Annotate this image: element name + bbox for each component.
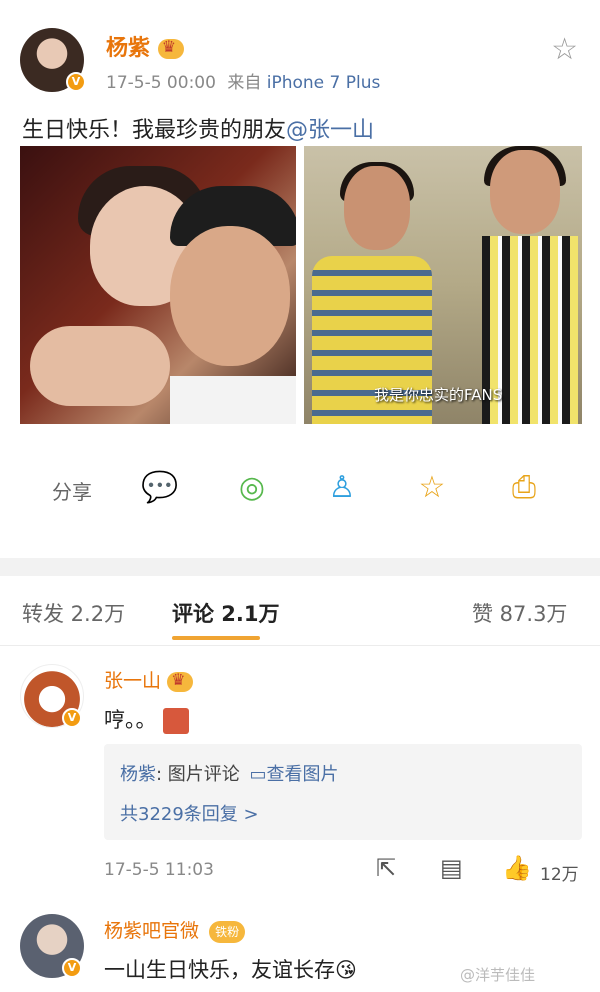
crown-vip-icon	[157, 37, 184, 59]
reply-icon[interactable]: ▤	[440, 854, 463, 882]
commenter-name[interactable]: 张一山	[104, 666, 194, 693]
source-prefix: 来自	[227, 73, 262, 93]
active-tab-indicator	[172, 636, 260, 640]
post-timestamp: 17-5-5 00:00	[106, 73, 216, 93]
reply-count-link[interactable]: 共3229条回复 >	[120, 800, 259, 826]
photo-face	[170, 226, 290, 366]
favorite-icon[interactable]: ☆	[412, 468, 452, 508]
comment-text: 哼。。	[104, 704, 189, 734]
thumbs-up-icon[interactable]: 👍	[502, 854, 532, 882]
photo-caption: 我是你忠实的FANS	[374, 386, 503, 404]
reply-line: 杨紫: 图片评论 ▭查看图片	[120, 760, 339, 786]
comment-text: 一山生日快乐，友谊长存😘	[104, 954, 357, 984]
post-body: 生日快乐！我最珍贵的朋友	[22, 118, 287, 143]
reply-text: : 图片评论	[156, 764, 240, 785]
verified-badge-icon: V	[62, 708, 82, 728]
reply-author[interactable]: 杨紫	[120, 764, 156, 785]
comment-time: 17-5-5 11:03	[104, 860, 214, 880]
repost-icon[interactable]: ⇱	[376, 854, 396, 882]
author-name-text[interactable]: 杨紫	[106, 36, 150, 61]
verified-badge-icon: V	[62, 958, 82, 978]
like-sticker-icon	[162, 708, 189, 734]
mention-link[interactable]: @张一山	[286, 118, 374, 143]
wechat-icon[interactable]: 💬	[140, 468, 180, 508]
share-bar: 分享 💬 ◎ ♙ ☆ ⎙	[0, 466, 600, 512]
post-text: 生日快乐！我最珍贵的朋友@张一山	[22, 112, 374, 144]
photo-face	[490, 150, 560, 234]
tab-repost[interactable]: 转发 2.2万	[22, 598, 125, 628]
reply-preview[interactable]: 杨紫: 图片评论 ▭查看图片 共3229条回复 >	[104, 744, 582, 840]
favorite-star-icon[interactable]: ☆	[551, 32, 578, 67]
tab-comment[interactable]: 评论 2.1万	[172, 598, 280, 628]
view-image-link[interactable]: 查看图片	[267, 764, 339, 785]
emoji-icon: 😘	[335, 958, 357, 982]
comment-body: 一山生日快乐，友谊长存	[104, 958, 335, 982]
commenter-name[interactable]: 杨紫吧官微 铁粉	[104, 916, 246, 943]
weibo-post: V 杨紫 17-5-5 00:00 来自 iPhone 7 Plus ☆ 生日快…	[0, 0, 600, 558]
verified-badge-icon: V	[66, 72, 86, 92]
post-photo-2[interactable]: 我是你忠实的FANS	[304, 146, 582, 424]
post-photo-1[interactable]	[20, 146, 296, 424]
image-icon: ▭	[249, 764, 267, 785]
comment-body: 哼。。	[104, 708, 157, 732]
section-divider	[0, 558, 600, 576]
watermark: @洋芋佳佳	[460, 966, 536, 984]
photo-shirt	[170, 376, 296, 424]
engagement-tabs: 转发 2.2万 评论 2.1万 赞 87.3万	[0, 576, 600, 646]
share-label: 分享	[52, 480, 92, 504]
iron-fan-badge: 铁粉	[209, 920, 246, 943]
photo-face	[344, 166, 410, 250]
post-meta: 17-5-5 00:00 来自 iPhone 7 Plus	[106, 68, 380, 93]
crown-vip-icon	[167, 670, 194, 692]
comment-like-count: 12万	[540, 865, 579, 885]
author-name[interactable]: 杨紫	[106, 30, 184, 62]
qq-icon[interactable]: ♙	[322, 468, 362, 508]
source-device: iPhone 7 Plus	[266, 73, 381, 93]
moments-icon[interactable]: ◎	[232, 468, 272, 508]
save-image-icon[interactable]: ⎙	[504, 468, 544, 508]
photo-hand	[30, 326, 170, 406]
commenter-name-text[interactable]: 张一山	[104, 670, 161, 692]
commenter-name-text[interactable]: 杨紫吧官微	[104, 920, 199, 942]
tab-like[interactable]: 赞 87.3万	[472, 598, 567, 628]
